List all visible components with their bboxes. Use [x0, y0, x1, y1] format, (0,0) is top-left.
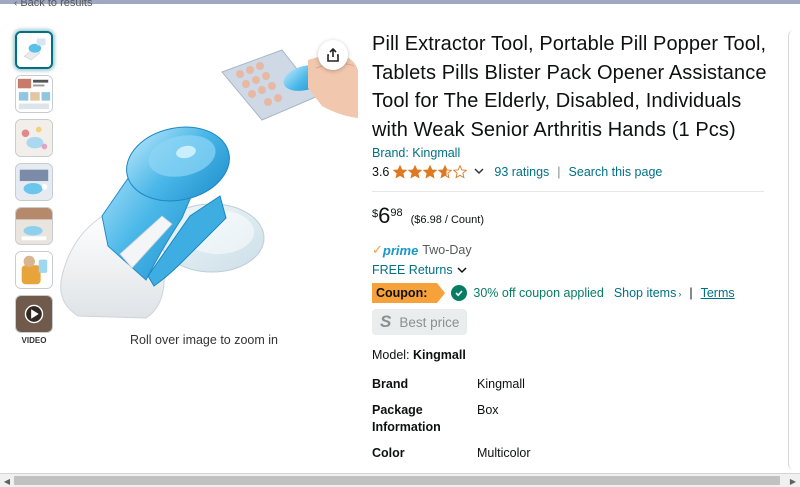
spec-key: Package Information [372, 403, 441, 434]
star-icon [408, 165, 423, 179]
delivery-speed: Two-Day [422, 243, 472, 257]
back-to-results-link[interactable]: ‹ Back to results [14, 0, 92, 9]
terms-link[interactable]: Terms [701, 286, 735, 300]
prime-check-icon: ✓ [372, 242, 383, 257]
thumbnail-5[interactable] [15, 207, 53, 245]
chevron-down-icon[interactable] [474, 166, 484, 178]
chevron-left-icon: ‹ [14, 0, 18, 9]
thumbnail-4[interactable] [15, 163, 53, 201]
best-price-label: Best price [399, 314, 460, 330]
star-icon [423, 165, 438, 179]
price-fraction: 98 [390, 207, 403, 219]
free-returns-link[interactable]: FREE Returns [372, 263, 772, 277]
back-to-results-label: Back to results [20, 0, 93, 9]
separator: | [689, 286, 693, 300]
share-button[interactable] [318, 40, 348, 70]
scroll-right-arrow-icon[interactable]: ▶ [787, 475, 799, 487]
coupon-row: Coupon: 30% off coupon applied Shop item… [372, 283, 772, 303]
shop-items-link[interactable]: Shop items › [614, 286, 682, 300]
rating-number: 3.6 [372, 165, 390, 179]
best-price-badge[interactable]: S Best price [372, 309, 468, 335]
unit-price: ($6.98 / Count) [410, 214, 484, 226]
ratings-count-link[interactable]: 93 ratings [494, 165, 549, 179]
prime-badge: ✓ prime Two-Day [372, 242, 772, 258]
spec-row: Package Information Box [372, 402, 772, 436]
chevron-right-icon: › [678, 289, 682, 299]
star-icon [438, 165, 453, 179]
thumbnail-1[interactable] [15, 31, 53, 69]
spec-row: Brand Kingmall [372, 376, 772, 393]
coupon-applied-text: 30% off coupon applied [473, 286, 604, 300]
horizontal-scrollbar[interactable]: ◀ ▶ [0, 473, 800, 487]
spec-value: Kingmall [477, 377, 525, 391]
spec-value: Box [477, 403, 499, 417]
model-label: Model: [372, 348, 410, 362]
scroll-left-arrow-icon[interactable]: ◀ [1, 475, 13, 487]
specs-table: Brand Kingmall Package Information Box C… [372, 376, 772, 462]
chevron-down-icon [457, 263, 467, 277]
share-icon [327, 47, 339, 62]
model-value: Kingmall [413, 348, 466, 362]
thumbnail-strip: VIDEO [15, 31, 55, 345]
divider [372, 191, 764, 192]
price: $ 6 98 ($6.98 / Count) [372, 204, 772, 228]
star-icon [453, 165, 468, 179]
thumbnail-2[interactable] [15, 75, 53, 113]
thumbnail-video[interactable] [15, 295, 53, 333]
spec-value: Multicolor [477, 446, 531, 460]
prime-logo: prime [382, 242, 419, 258]
shop-items-label: Shop items [613, 286, 677, 300]
product-title: Pill Extractor Tool, Portable Pill Poppe… [372, 33, 767, 141]
spec-key: Color [372, 446, 405, 460]
price-whole: 6 [378, 203, 391, 228]
video-label: VIDEO [21, 336, 47, 345]
thumbnail-3[interactable] [15, 119, 53, 157]
side-panel-edge [788, 30, 800, 470]
zoom-hint: Roll over image to zoom in [130, 333, 278, 347]
brand-link[interactable]: Brand: Kingmall [372, 146, 772, 160]
product-info: Pill Extractor Tool, Portable Pill Poppe… [372, 30, 772, 471]
scrollbar-thumb[interactable] [14, 476, 780, 485]
star-icon [393, 165, 408, 179]
main-product-image[interactable] [50, 40, 360, 330]
separator: | [557, 165, 561, 179]
check-circle-icon[interactable] [451, 285, 468, 301]
rating-row: 3.6 93 ratings | Search this page [372, 163, 772, 181]
search-this-page-link[interactable]: Search this page [569, 165, 663, 179]
rating-stars[interactable] [393, 165, 468, 179]
coupon-badge: Coupon: [372, 283, 446, 303]
free-returns-label: FREE Returns [372, 263, 453, 277]
thumbnail-6[interactable] [15, 251, 53, 289]
top-strip [0, 0, 800, 4]
spec-key: Brand [372, 377, 409, 391]
model-row: Model: Kingmall [372, 348, 772, 362]
spec-row: Color Multicolor [372, 445, 772, 462]
best-price-icon: S [380, 312, 392, 331]
